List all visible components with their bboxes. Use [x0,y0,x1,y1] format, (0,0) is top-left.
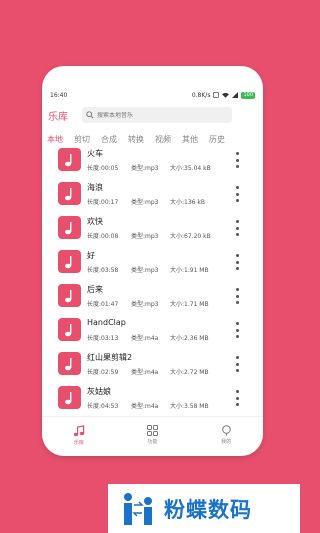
tab-other[interactable]: 其他 [182,134,209,145]
list-item[interactable]: 海浪 长度:00:17 类型:mp3 大小:136 kB [42,180,263,214]
list-item[interactable]: 好 长度:03:58 类型:mp3 大小:1.91 MB [42,248,263,282]
network-speed: 0.8K/s [191,91,211,99]
song-length: 长度:03:13 [87,335,119,342]
music-note-icon [64,255,71,268]
top-bar: 乐库 [42,106,263,124]
song-length: 长度:02:59 [87,369,119,376]
song-length: 长度:00:17 [87,199,119,206]
song-title: 海浪 [87,183,103,192]
battery-indicator: 100 [241,91,255,99]
song-length: 长度:01:47 [87,301,119,308]
song-size: 大小:2.72 MB [170,369,209,376]
song-size: 大小:67.20 kB [170,233,211,240]
list-item[interactable]: 红山果剪辑2 长度:02:59 类型:m4a 大小:2.72 MB [42,350,263,384]
wifi-icon [222,92,230,98]
song-cover [58,250,81,273]
tab-merge[interactable]: 合成 [101,134,128,145]
music-note-icon [64,153,71,166]
music-note-icon [64,221,71,234]
list-item[interactable]: HandClap 长度:03:13 类型:m4a 大小:2.36 MB [42,316,263,350]
tab-cut[interactable]: 剪切 [74,134,101,145]
song-length: 长度:00:08 [87,233,119,240]
list-item[interactable]: 欢快 长度:00:08 类型:mp3 大小:67.20 kB [42,214,263,248]
song-type: 类型:mp3 [131,267,159,274]
song-type: 类型:mp3 [131,233,159,240]
song-title: HandClap [87,318,126,327]
song-type: 类型:m4a [131,335,159,342]
brand-watermark: 粉蝶数码 [108,484,300,533]
song-cover [58,352,81,375]
search-box[interactable] [82,107,232,123]
song-size: 大小:1.71 MB [170,301,209,308]
more-options-icon[interactable] [232,254,242,270]
alarm-icon [213,92,220,98]
music-note-icon [64,187,71,200]
status-indicators: 0.8K/s 100 [191,91,255,99]
song-title: 欢快 [87,217,103,226]
more-options-icon[interactable] [232,322,242,338]
music-note-icon [64,357,71,370]
song-type: 类型:mp3 [131,199,159,206]
more-options-icon[interactable] [232,220,242,236]
song-type: 类型:mp3 [131,301,159,308]
song-type: 类型:m4a [131,403,159,410]
song-cover [58,386,81,409]
list-item[interactable]: 火车 长度:00:05 类型:mp3 大小:35.04 kB [42,146,263,180]
song-title: 好 [87,251,95,260]
nav-item-library[interactable]: 乐库 [54,425,104,446]
music-note-icon [64,391,71,404]
bottom-nav: 乐库 功能 我的 [42,416,263,456]
nav-item-functions[interactable]: 功能 [127,425,177,445]
brand-text: 粉蝶数码 [164,497,252,522]
search-input[interactable] [97,111,227,119]
person-icon [221,425,231,436]
more-options-icon[interactable] [232,356,242,372]
song-title: 红山果剪辑2 [87,353,133,362]
song-size: 大小:2.36 MB [170,335,209,342]
more-options-icon[interactable] [232,390,242,406]
nav-label: 功能 [147,439,158,445]
song-cover [58,216,81,239]
status-bar: 16:40 0.8K/s 100 [42,88,263,102]
song-size: 大小:136 kB [170,199,205,206]
tab-history[interactable]: 历史 [209,134,236,145]
song-title: 后来 [87,285,103,294]
more-options-icon[interactable] [232,186,242,202]
music-note-icon [64,323,71,336]
song-type: 类型:m4a [131,369,159,376]
grid-icon [146,425,158,436]
song-cover [58,148,81,171]
song-length: 长度:00:05 [87,165,119,172]
search-icon [86,111,94,119]
page-title: 乐库 [48,111,68,123]
more-options-icon[interactable] [232,152,242,168]
list-item[interactable]: 后来 长度:01:47 类型:mp3 大小:1.71 MB [42,282,263,316]
song-cover [58,284,81,307]
song-title: 灰姑娘 [87,387,111,396]
song-title: 火车 [87,149,103,158]
nav-label: 我的 [221,439,232,445]
song-length: 长度:04:53 [87,403,119,410]
nav-label: 乐库 [73,440,84,446]
song-size: 大小:35.04 kB [170,165,211,172]
song-size: 大小:1.91 MB [170,267,209,274]
list-item[interactable]: 灰姑娘 长度:04:53 类型:m4a 大小:3.58 MB [42,384,263,418]
phone-frame: 16:40 0.8K/s 100 乐库 本地 剪切 合成 转换 视频 其他 历史… [42,66,263,456]
music-note-icon [73,425,85,437]
tab-video[interactable]: 视频 [155,134,182,145]
category-tabs: 本地 剪切 合成 转换 视频 其他 历史 [42,132,263,146]
song-cover [58,318,81,341]
music-note-icon [64,289,71,302]
nav-item-mine[interactable]: 我的 [201,425,251,445]
tab-local[interactable]: 本地 [47,134,74,145]
more-options-icon[interactable] [232,288,242,304]
song-cover [58,182,81,205]
song-length: 长度:03:58 [87,267,119,274]
status-time: 16:40 [50,91,68,99]
song-size: 大小:3.58 MB [170,403,209,410]
tab-convert[interactable]: 转换 [128,134,155,145]
signal-icon [232,92,239,98]
song-type: 类型:mp3 [131,165,159,172]
brand-logo-icon [124,492,152,525]
